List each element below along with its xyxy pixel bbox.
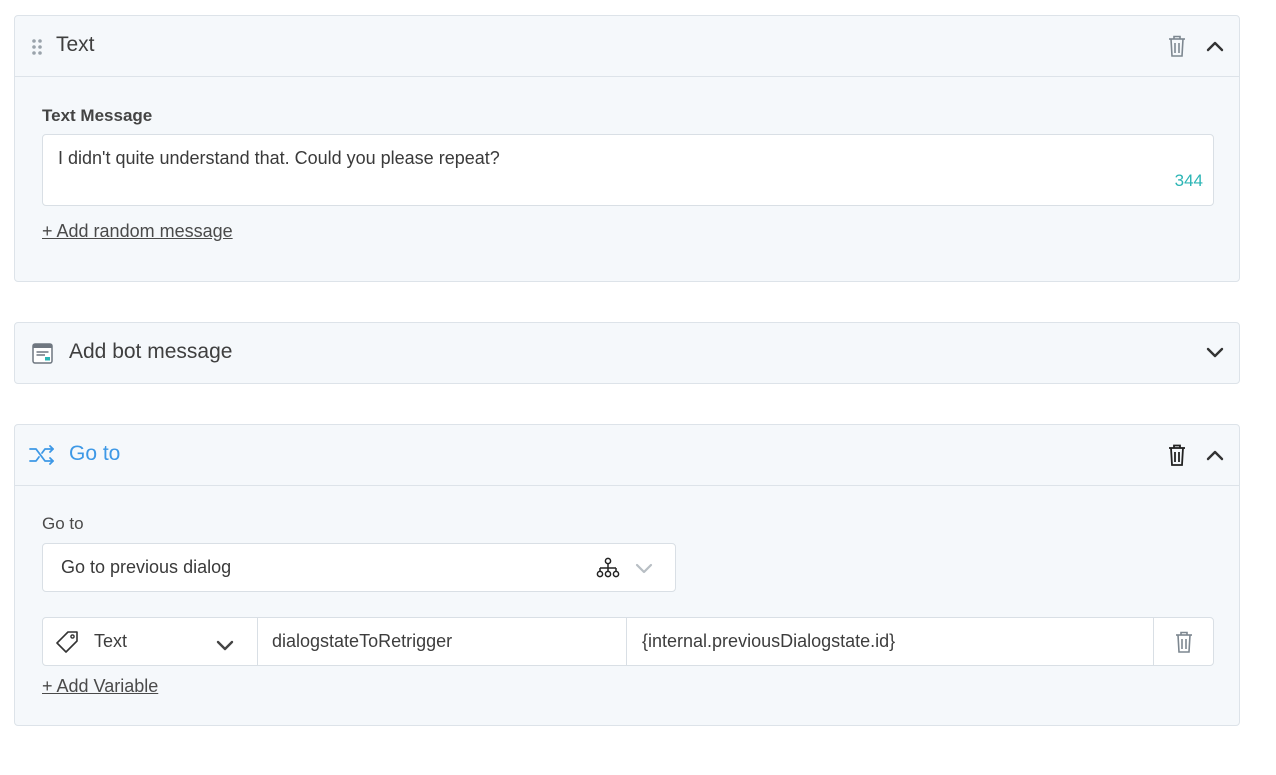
- add-bot-message-header[interactable]: Add bot message: [15, 323, 1239, 383]
- goto-icon: [29, 443, 56, 472]
- bot-message-icon: [32, 343, 53, 369]
- trash-icon[interactable]: [1167, 443, 1187, 467]
- variable-delete-cell[interactable]: [1154, 618, 1213, 665]
- sitemap-icon[interactable]: [596, 557, 620, 584]
- variable-row: Text dialogstateToRetrigger {internal.pr…: [42, 617, 1214, 666]
- char-counter: 344: [1174, 171, 1203, 190]
- text-message-input[interactable]: I didn't quite understand that. Could yo…: [42, 134, 1214, 206]
- type-chevron-down-icon[interactable]: [215, 636, 235, 657]
- text-message-value: I didn't quite understand that. Could yo…: [58, 148, 500, 168]
- trash-icon[interactable]: [1174, 630, 1194, 654]
- goto-field-label: Go to: [42, 514, 84, 533]
- tag-icon: [55, 630, 80, 660]
- text-card-actions: [1167, 16, 1225, 76]
- goto-select[interactable]: Go to previous dialog: [42, 543, 676, 592]
- chevron-up-icon[interactable]: [1205, 39, 1225, 53]
- variable-name-value: dialogstateToRetrigger: [272, 631, 453, 651]
- variable-value-input[interactable]: {internal.previousDialogstate.id}: [627, 618, 1154, 665]
- text-message-label: Text Message: [42, 106, 153, 125]
- select-chevron-down-icon[interactable]: [634, 562, 654, 580]
- add-random-message-link[interactable]: + Add random message: [42, 221, 233, 242]
- trash-icon[interactable]: [1167, 34, 1187, 58]
- chevron-up-icon[interactable]: [1205, 448, 1225, 462]
- variable-type-value: Text: [94, 631, 128, 651]
- add-variable-link[interactable]: + Add Variable: [42, 676, 158, 697]
- goto-select-value: Go to previous dialog: [61, 557, 232, 577]
- text-card-title: Text: [56, 33, 95, 56]
- add-bot-message-card[interactable]: Add bot message: [14, 322, 1240, 384]
- variable-name-input[interactable]: dialogstateToRetrigger: [258, 618, 627, 665]
- goto-card: Go to Go to Go to previous dialog Text d…: [14, 424, 1240, 726]
- variable-value-value: {internal.previousDialogstate.id}: [642, 631, 896, 651]
- goto-card-header: Go to: [15, 425, 1239, 486]
- add-bot-message-title: Add bot message: [69, 340, 233, 363]
- text-card: Text Text Message I didn't quite underst: [14, 15, 1240, 282]
- variable-type-select[interactable]: Text: [43, 618, 258, 665]
- chevron-down-icon[interactable]: [1205, 346, 1225, 360]
- bot-message-actions: [1205, 323, 1225, 383]
- goto-card-actions: [1167, 425, 1225, 485]
- drag-handle-icon[interactable]: [31, 38, 43, 61]
- goto-card-title: Go to: [69, 442, 121, 465]
- text-card-header: Text: [15, 16, 1239, 77]
